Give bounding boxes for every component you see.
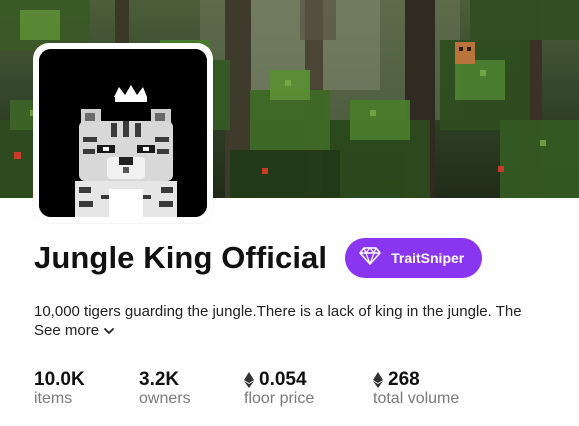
stat-label: floor price <box>244 390 315 407</box>
collection-title: Jungle King Official <box>34 240 328 275</box>
stat-value: 3.2K <box>139 369 180 390</box>
collection-avatar <box>33 43 213 223</box>
ethereum-icon <box>373 372 383 388</box>
tiger-king-icon <box>39 49 207 217</box>
stat-value: 268 <box>388 369 420 390</box>
chevron-down-icon <box>103 325 115 337</box>
stat-label: total volume <box>373 390 460 407</box>
stat-value: 0.054 <box>259 369 307 390</box>
stat-value: 10.0K <box>34 369 85 390</box>
stat-label: owners <box>139 390 191 407</box>
see-more-label: See more <box>34 322 100 339</box>
stat-items: 10.0K items <box>34 369 85 407</box>
stat-owners: 3.2K owners <box>139 369 191 407</box>
stat-floor-price: 0.054 floor price <box>244 369 314 407</box>
stat-label: items <box>34 390 73 407</box>
ethereum-icon <box>244 372 254 388</box>
badge-label: TraitSniper <box>391 250 465 266</box>
see-more-button[interactable]: See more <box>34 322 115 339</box>
collection-page: Jungle King Official TraitSniper 10,000 … <box>0 0 579 426</box>
avatar-image <box>39 49 207 217</box>
title-row: Jungle King Official TraitSniper <box>34 238 483 278</box>
collection-description: 10,000 tigers guarding the jungle.There … <box>34 303 522 320</box>
diamond-icon <box>359 246 381 270</box>
traitsniper-badge-button[interactable]: TraitSniper <box>345 238 483 278</box>
stat-total-volume: 268 total volume <box>373 369 459 407</box>
